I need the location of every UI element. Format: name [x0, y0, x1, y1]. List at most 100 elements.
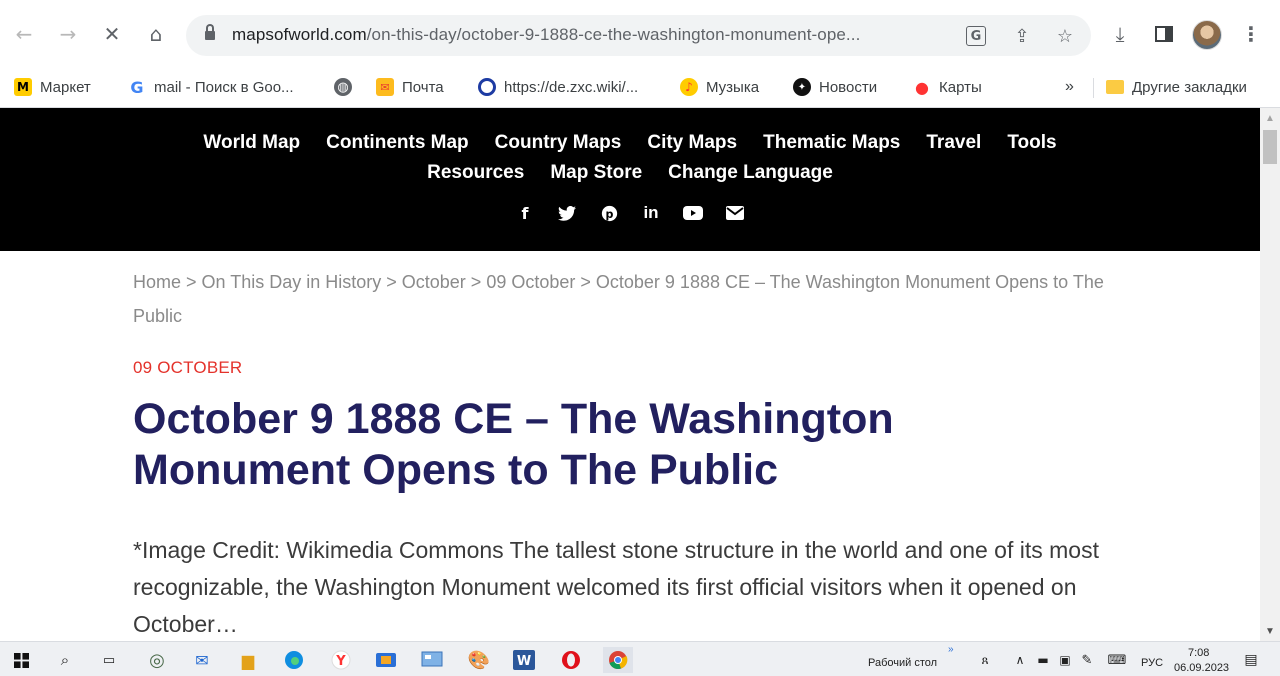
breadcrumb-day[interactable]: 09 October	[486, 272, 575, 292]
edge-browser-icon[interactable]	[281, 647, 307, 673]
share-icon[interactable]: ⇪	[1010, 24, 1034, 48]
scroll-down-arrow-icon[interactable]: ▼	[1260, 621, 1280, 641]
bookmark-label: Музыка	[706, 78, 760, 96]
article-excerpt: *Image Credit: Wikimedia Commons The tal…	[133, 537, 1099, 637]
url-text[interactable]: mapsofworld.com/on-this-day/october-9-18…	[232, 25, 860, 45]
back-arrow-icon[interactable]: ←	[10, 20, 38, 48]
chrome-icon[interactable]	[603, 647, 633, 673]
menu-world-map[interactable]: World Map	[203, 132, 300, 154]
profile-avatar[interactable]	[1192, 20, 1222, 50]
menu-resources[interactable]: Resources	[427, 162, 524, 184]
page-scrollbar[interactable]: ▲ ▼	[1260, 108, 1280, 641]
address-bar[interactable]: mapsofworld.com/on-this-day/october-9-18…	[186, 15, 1091, 56]
svg-text:W: W	[517, 654, 531, 669]
download-icon[interactable]: ⤓	[1106, 20, 1134, 48]
google-icon: G	[130, 77, 144, 97]
mail-icon: ✉	[376, 78, 394, 96]
breadcrumb-home[interactable]: Home	[133, 272, 181, 292]
menu-travel[interactable]: Travel	[926, 132, 981, 154]
pinterest-icon[interactable]: p	[598, 202, 620, 224]
bookmarks-overflow-button[interactable]: »	[1065, 72, 1074, 102]
other-bookmarks-folder[interactable]: Другие закладки	[1106, 72, 1247, 102]
language-indicator[interactable]: РУС	[1141, 657, 1163, 669]
lock-icon[interactable]	[205, 24, 215, 41]
home-icon[interactable]: ⌂	[142, 20, 170, 48]
twitter-icon[interactable]	[556, 202, 578, 224]
bookmark-pochta[interactable]: ✉ Почта	[376, 72, 444, 102]
breadcrumb-month[interactable]: October	[402, 272, 466, 292]
menu-thematic-maps[interactable]: Thematic Maps	[763, 132, 900, 154]
desktop-toolbar-chevron[interactable]: »	[948, 644, 954, 655]
opera-icon[interactable]	[558, 647, 584, 673]
menu-city-maps[interactable]: City Maps	[647, 132, 737, 154]
bookmark-globe[interactable]: ◍	[334, 72, 352, 102]
bookmark-label: Новости	[819, 78, 878, 96]
yandex-browser-icon[interactable]: Y	[328, 647, 354, 673]
bookmark-music[interactable]: ♪ Музыка	[680, 72, 759, 102]
more-menu-icon[interactable]: ⋮	[1237, 20, 1265, 48]
menu-country-maps[interactable]: Country Maps	[495, 132, 622, 154]
pen-icon[interactable]: ✎	[1074, 647, 1100, 673]
bookmarks-bar: M Маркет G mail - Поиск в Goo... ◍ ✉ Поч…	[0, 68, 1280, 108]
article-category[interactable]: 09 OCTOBER	[133, 358, 242, 378]
folder-icon	[1106, 80, 1124, 94]
breadcrumb: Home > On This Day in History > October …	[133, 272, 1104, 326]
desktop-toolbar-label[interactable]: Рабочий стол	[868, 657, 937, 669]
menu-change-language[interactable]: Change Language	[668, 162, 833, 184]
globe-icon: ◍	[334, 78, 352, 96]
article-title[interactable]: October 9 1888 CE – The Washington Monum…	[133, 394, 1033, 496]
media-player-icon[interactable]	[373, 647, 399, 673]
breadcrumb-on-this-day[interactable]: On This Day in History	[202, 272, 382, 292]
bookmark-label: mail - Поиск в Goo...	[154, 78, 294, 96]
keyboard-icon[interactable]: ⌨	[1104, 647, 1130, 673]
scroll-thumb[interactable]	[1263, 130, 1277, 164]
linkedin-icon[interactable]: in	[640, 202, 662, 224]
notifications-icon[interactable]: ▤	[1238, 647, 1264, 673]
bookmarks-divider	[1093, 78, 1094, 98]
bookmark-label: Маркет	[40, 78, 91, 96]
bookmark-google-mail[interactable]: G mail - Поиск в Goo...	[128, 72, 294, 102]
windows-start-icon[interactable]	[8, 647, 34, 673]
app-circle-icon[interactable]: ◎	[144, 647, 170, 673]
email-envelope-icon[interactable]	[724, 202, 746, 224]
clock-date[interactable]: 06.09.2023	[1174, 662, 1229, 674]
task-view-icon[interactable]: ▭	[96, 647, 122, 673]
bookmark-zxc-wiki[interactable]: https://de.zxc.wiki/...	[478, 72, 638, 102]
scroll-up-arrow-icon[interactable]: ▲	[1260, 108, 1280, 128]
stop-loading-icon[interactable]: ✕	[98, 20, 126, 48]
control-panel-icon[interactable]	[419, 647, 445, 673]
bookmark-label: https://de.zxc.wiki/...	[504, 78, 639, 96]
forward-arrow-icon[interactable]: →	[54, 20, 82, 48]
youtube-icon[interactable]	[682, 202, 704, 224]
windows-taskbar: ⌕ ▭ ◎ ✉ ▆ Y 🎨 W Рабочий стол » ጸ ∧ ▬ ▣ ✎…	[0, 641, 1280, 676]
menu-map-store[interactable]: Map Store	[550, 162, 642, 184]
file-explorer-icon[interactable]: ▆	[235, 647, 261, 673]
mail-app-icon[interactable]: ✉	[189, 647, 215, 673]
people-icon[interactable]: ጸ	[972, 647, 998, 673]
other-bookmarks-label: Другие закладки	[1132, 78, 1247, 96]
bookmark-label: Почта	[402, 78, 444, 96]
main-menu-row-2: Resources Map Store Change Language	[0, 162, 1260, 184]
search-icon[interactable]: ⌕	[52, 647, 78, 673]
social-links: f p in	[0, 202, 1260, 224]
svg-text:p: p	[605, 207, 613, 220]
bookmark-star-icon[interactable]: ☆	[1053, 24, 1077, 48]
bookmark-maps[interactable]: ● Карты	[913, 72, 982, 102]
bookmark-label: Карты	[939, 78, 982, 96]
bookmark-news[interactable]: ✦ Новости	[793, 72, 877, 102]
main-menu-row-1: World Map Continents Map Country Maps Ci…	[0, 132, 1260, 154]
facebook-icon[interactable]: f	[514, 202, 536, 224]
bookmark-market[interactable]: M Маркет	[14, 72, 91, 102]
yandex-market-icon: M	[14, 78, 32, 96]
music-icon: ♪	[680, 78, 698, 96]
side-panel-icon[interactable]	[1150, 20, 1178, 48]
browser-toolbar: ← → ✕ ⌂ mapsofworld.com/on-this-day/octo…	[0, 0, 1280, 68]
clock-time[interactable]: 7:08	[1188, 647, 1209, 659]
word-icon[interactable]: W	[511, 647, 537, 673]
menu-continents-map[interactable]: Continents Map	[326, 132, 469, 154]
svg-text:Y: Y	[335, 654, 346, 669]
paint-icon[interactable]: 🎨	[466, 647, 492, 673]
translate-icon[interactable]: G	[966, 26, 986, 46]
menu-tools[interactable]: Tools	[1007, 132, 1056, 154]
maps-pin-icon: ●	[915, 77, 929, 97]
